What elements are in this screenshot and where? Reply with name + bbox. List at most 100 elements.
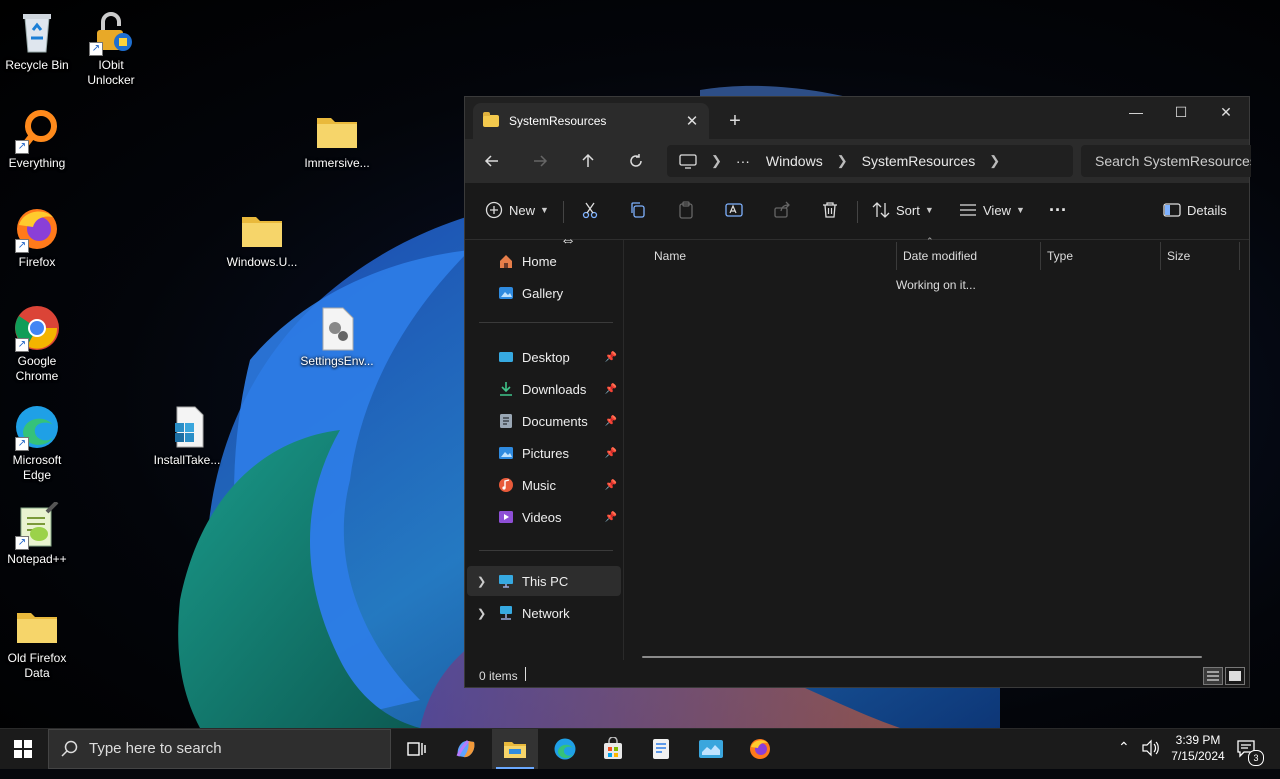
- column-header-date-modified[interactable]: Date modified: [896, 242, 1040, 270]
- sidebar-item-this-pc[interactable]: ❯ This PC: [467, 566, 621, 596]
- desktop-icon-label: Recycle Bin: [5, 58, 69, 72]
- column-header-type[interactable]: Type: [1040, 242, 1160, 270]
- breadcrumb-systemresources[interactable]: SystemResources: [862, 153, 976, 169]
- sidebar-item-videos[interactable]: Videos 📌: [467, 502, 621, 532]
- edge-icon: [554, 738, 576, 760]
- taskbar-microsoft-store[interactable]: [590, 729, 636, 769]
- sidebar-item-documents[interactable]: Documents 📌: [467, 406, 621, 436]
- search-box[interactable]: Search SystemResources: [1081, 145, 1251, 177]
- desktop-icon-immersive-folder[interactable]: Immersive...: [300, 106, 374, 171]
- taskbar-file-explorer[interactable]: [492, 729, 538, 769]
- taskbar-microsoft-edge[interactable]: [542, 729, 588, 769]
- task-view-icon: [407, 742, 426, 756]
- maximize-button[interactable]: ☐: [1158, 97, 1204, 129]
- trash-icon: [823, 202, 837, 218]
- breadcrumb-windows[interactable]: Windows: [766, 153, 823, 169]
- desktop-icon-everything[interactable]: ↗ Everything: [0, 106, 74, 171]
- details-pane-button[interactable]: Details: [1163, 195, 1227, 225]
- column-header-size[interactable]: Size: [1160, 242, 1240, 270]
- view-button[interactable]: View ▼: [959, 195, 1025, 225]
- forward-button[interactable]: [526, 147, 554, 175]
- paste-button[interactable]: [677, 195, 701, 225]
- network-icon: [500, 606, 512, 620]
- file-list: ⌃ Name Date modified Type Size Working o…: [624, 236, 1250, 660]
- chevron-right-icon[interactable]: ❯: [837, 153, 848, 169]
- column-header-name[interactable]: Name: [648, 242, 896, 270]
- cut-button[interactable]: [581, 195, 605, 225]
- sidebar-item-label: Gallery: [522, 285, 564, 301]
- desktop-icon-iobit-unlocker[interactable]: ↗ IObit Unlocker: [74, 8, 148, 88]
- notification-center-button[interactable]: 3: [1236, 738, 1266, 778]
- taskbar-registry-app[interactable]: [688, 729, 734, 769]
- system-clock[interactable]: 3:39 PM 7/15/2024: [1168, 732, 1228, 764]
- chevron-right-icon[interactable]: ❯: [477, 607, 486, 620]
- more-options-button[interactable]: ···: [1049, 195, 1067, 225]
- tab-close-button[interactable]: ✕: [681, 112, 703, 130]
- desktop-icon-notepad-plus[interactable]: ↗ Notepad++: [0, 500, 74, 567]
- task-view-button[interactable]: [393, 729, 439, 769]
- pin-icon[interactable]: 📌: [605, 352, 617, 363]
- breadcrumb-overflow[interactable]: ···: [736, 153, 750, 169]
- tiles-view-button[interactable]: [1225, 667, 1245, 685]
- taskbar-notepad[interactable]: [638, 729, 684, 769]
- desktop-icon-settingsenv-file[interactable]: SettingsEnv...: [300, 304, 374, 369]
- pin-icon[interactable]: 📌: [605, 448, 617, 459]
- pin-icon[interactable]: 📌: [605, 512, 617, 523]
- desktop-icon-old-firefox-data[interactable]: Old Firefox Data: [0, 601, 74, 681]
- tray-show-hidden-icons[interactable]: ⌃: [1118, 739, 1130, 779]
- sidebar-item-pictures[interactable]: Pictures 📌: [467, 438, 621, 468]
- copy-button[interactable]: [629, 195, 653, 225]
- speaker-icon: [1142, 739, 1159, 757]
- clipboard-icon: [679, 201, 693, 219]
- delete-button[interactable]: [821, 195, 845, 225]
- sidebar-item-home[interactable]: Home: [467, 246, 621, 276]
- search-icon: [61, 740, 78, 757]
- sort-button[interactable]: Sort ▼: [872, 195, 934, 225]
- start-button[interactable]: [14, 740, 32, 758]
- share-button[interactable]: [773, 195, 797, 225]
- toolbar-divider: [857, 201, 858, 223]
- chevron-right-icon[interactable]: ❯: [477, 575, 486, 588]
- desktop-icon-microsoft-edge[interactable]: ↗ Microsoft Edge: [0, 403, 74, 483]
- list-view-icon: [1207, 671, 1219, 681]
- new-button[interactable]: New ▼: [485, 195, 549, 225]
- pin-icon[interactable]: 📌: [605, 384, 617, 395]
- up-button[interactable]: [574, 147, 602, 175]
- desktop-icon-installtake-file[interactable]: InstallTake...: [150, 403, 224, 468]
- magnifier-icon: ↗: [13, 106, 61, 154]
- close-window-button[interactable]: ✕: [1203, 97, 1249, 129]
- rename-button[interactable]: [725, 195, 749, 225]
- pin-icon[interactable]: 📌: [605, 480, 617, 491]
- address-bar[interactable]: ❯ ··· Windows ❯ SystemResources ❯: [667, 145, 1073, 177]
- minimize-button[interactable]: —: [1113, 97, 1159, 129]
- desktop-icon-recycle-bin[interactable]: Recycle Bin: [0, 8, 74, 73]
- desktop-icon: [499, 352, 513, 362]
- sidebar-item-label: Network: [522, 605, 570, 621]
- new-tab-button[interactable]: +: [721, 107, 749, 135]
- shortcut-arrow-icon: ↗: [15, 437, 29, 451]
- desktop-icon-firefox[interactable]: ↗ Firefox: [0, 205, 74, 270]
- sidebar-item-desktop[interactable]: Desktop 📌: [467, 342, 621, 372]
- refresh-button[interactable]: [622, 147, 650, 175]
- sidebar-item-music[interactable]: Music 📌: [467, 470, 621, 500]
- details-view-button[interactable]: [1203, 667, 1223, 685]
- sidebar-item-gallery[interactable]: Gallery: [467, 278, 621, 308]
- taskbar-firefox[interactable]: [737, 729, 783, 769]
- tab-systemresources[interactable]: SystemResources ✕: [473, 103, 709, 139]
- desktop-icon-windows-u-folder[interactable]: Windows.U...: [225, 205, 299, 270]
- desktop-icon-label: Everything: [8, 156, 66, 170]
- volume-button[interactable]: [1141, 739, 1161, 779]
- desktop-icon-google-chrome[interactable]: ↗ Google Chrome: [0, 304, 74, 384]
- sidebar-item-downloads[interactable]: Downloads 📌: [467, 374, 621, 404]
- copilot-button[interactable]: [443, 729, 489, 769]
- horizontal-scrollbar[interactable]: [642, 656, 1202, 658]
- back-button[interactable]: [478, 147, 506, 175]
- nav-divider: [479, 550, 613, 551]
- desktop-icon-label: Firefox: [18, 255, 56, 269]
- chevron-right-icon[interactable]: ❯: [989, 153, 1000, 169]
- copy-icon: [631, 202, 645, 218]
- sidebar-item-network[interactable]: ❯ Network: [467, 598, 621, 628]
- taskbar-search-box[interactable]: Type here to search: [48, 729, 391, 769]
- pin-icon[interactable]: 📌: [605, 416, 617, 427]
- tiles-view-icon: [1229, 671, 1241, 681]
